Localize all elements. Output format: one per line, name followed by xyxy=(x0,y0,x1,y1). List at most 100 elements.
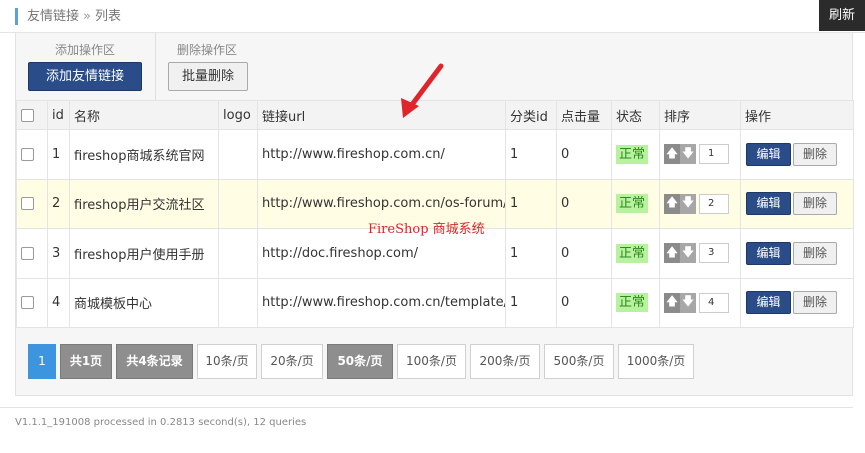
cell-id: 4 xyxy=(47,277,70,328)
page-size-option[interactable]: 200条/页 xyxy=(470,344,540,379)
row-checkbox[interactable] xyxy=(21,246,34,260)
select-all-checkbox[interactable] xyxy=(21,108,34,122)
cell-sort: 🡅 🡇 4 xyxy=(659,277,741,328)
arrow-up-icon[interactable]: 🡅 xyxy=(664,243,680,264)
delete-button[interactable]: 删除 xyxy=(793,142,837,166)
page-size-option[interactable]: 500条/页 xyxy=(544,344,614,379)
cell-logo xyxy=(218,178,258,229)
add-link-button[interactable]: 添加友情链接 xyxy=(28,62,142,91)
row-select-cell xyxy=(16,277,48,328)
sort-control: 🡅 🡇 4 xyxy=(664,292,729,313)
cell-status: 正常 xyxy=(611,277,660,328)
cell-name: fireshop用户使用手册 xyxy=(69,228,219,279)
cell-sort: 🡅 🡇 3 xyxy=(659,228,741,279)
column-header-actions: 操作 xyxy=(740,100,854,130)
arrow-down-icon[interactable]: 🡇 xyxy=(680,144,696,165)
sort-input[interactable]: 3 xyxy=(699,243,729,264)
refresh-button[interactable]: 刷新 xyxy=(819,0,865,31)
cell-name: 商城模板中心 xyxy=(69,277,219,328)
row-checkbox[interactable] xyxy=(21,197,34,211)
column-header-url[interactable]: 链接url xyxy=(257,100,506,130)
cell-id: 1 xyxy=(47,129,70,180)
delete-group-label: 删除操作区 xyxy=(177,43,238,57)
select-all-cell xyxy=(16,100,48,130)
cell-clicks: 0 xyxy=(556,228,612,279)
cell-id: 2 xyxy=(47,178,70,229)
sort-input[interactable]: 2 xyxy=(699,193,729,214)
column-header-logo[interactable]: logo xyxy=(218,100,258,130)
page-size-option[interactable]: 50条/页 xyxy=(327,344,393,379)
status-badge[interactable]: 正常 xyxy=(616,243,649,263)
arrow-down-icon[interactable]: 🡇 xyxy=(680,193,696,214)
page-header: 友情链接 » 列表 刷新 xyxy=(0,0,865,33)
cell-clicks: 0 xyxy=(556,277,612,328)
cell-clicks: 0 xyxy=(556,178,612,229)
cell-url: http://www.fireshop.com.cn/ xyxy=(257,129,506,180)
cell-status: 正常 xyxy=(611,129,660,180)
cell-id: 3 xyxy=(47,228,70,279)
delete-button[interactable]: 删除 xyxy=(793,192,837,216)
cell-sort: 🡅 🡇 2 xyxy=(659,178,741,229)
cell-actions: 编辑 删除 xyxy=(740,178,854,229)
total-records-label: 共4条记录 xyxy=(116,344,193,379)
column-header-clicks[interactable]: 点击量 xyxy=(556,100,612,130)
cell-actions: 编辑 删除 xyxy=(740,129,854,180)
status-badge[interactable]: 正常 xyxy=(616,194,649,214)
page-size-option[interactable]: 10条/页 xyxy=(197,344,257,379)
sort-input[interactable]: 4 xyxy=(699,292,729,313)
footer-info: V1.1.1_191008 processed in 0.2813 second… xyxy=(15,417,307,428)
page-size-option[interactable]: 20条/页 xyxy=(261,344,323,379)
column-header-name[interactable]: 名称 xyxy=(69,100,219,130)
cell-category: 1 xyxy=(505,277,557,328)
breadcrumb: 友情链接 » 列表 xyxy=(15,8,121,25)
table-row: 1 fireshop商城系统官网 http://www.fireshop.com.c… xyxy=(16,129,854,180)
edit-button[interactable]: 编辑 xyxy=(746,241,791,265)
page-size-option[interactable]: 100条/页 xyxy=(397,344,466,379)
sort-input[interactable]: 1 xyxy=(699,144,729,165)
annotation-arrow-icon xyxy=(401,63,444,118)
add-action-group: 添加操作区 添加友情链接 xyxy=(28,33,155,100)
arrow-down-icon[interactable]: 🡇 xyxy=(680,243,696,264)
edit-button[interactable]: 编辑 xyxy=(746,142,791,166)
column-header-status[interactable]: 状态 xyxy=(611,100,660,130)
cell-category: 1 xyxy=(505,228,557,279)
arrow-down-icon[interactable]: 🡇 xyxy=(680,292,696,313)
row-checkbox[interactable] xyxy=(21,296,34,310)
status-badge[interactable]: 正常 xyxy=(616,293,649,313)
arrow-up-icon[interactable]: 🡅 xyxy=(664,292,680,313)
cell-logo xyxy=(218,277,258,328)
edit-button[interactable]: 编辑 xyxy=(746,291,791,315)
cell-clicks: 0 xyxy=(556,129,612,180)
cell-category: 1 xyxy=(505,129,557,180)
page-size-option[interactable]: 1000条/页 xyxy=(618,344,694,379)
column-header-sort[interactable]: 排序 xyxy=(659,100,741,130)
batch-delete-button[interactable]: 批量删除 xyxy=(168,62,248,91)
row-select-cell xyxy=(16,228,48,279)
row-select-cell xyxy=(16,178,48,229)
delete-button[interactable]: 删除 xyxy=(793,291,837,315)
total-pages-label: 共1页 xyxy=(60,344,112,379)
sort-control: 🡅 🡇 3 xyxy=(664,243,729,264)
footer-divider xyxy=(0,407,853,408)
edit-button[interactable]: 编辑 xyxy=(746,192,791,216)
add-group-label: 添加操作区 xyxy=(55,43,116,57)
breadcrumb-separator: » xyxy=(83,9,91,24)
row-checkbox[interactable] xyxy=(21,147,34,161)
delete-button[interactable]: 删除 xyxy=(793,241,837,265)
table-row: 4 商城模板中心 http://www.fireshop.com.cn/templa… xyxy=(16,277,854,328)
column-header-id[interactable]: id xyxy=(47,100,70,130)
cell-actions: 编辑 删除 xyxy=(740,228,854,279)
page-button-current[interactable]: 1 xyxy=(28,344,56,379)
cell-category: 1 xyxy=(505,178,557,229)
cell-sort: 🡅 🡇 1 xyxy=(659,129,741,180)
arrow-up-icon[interactable]: 🡅 xyxy=(664,193,680,214)
status-badge[interactable]: 正常 xyxy=(616,144,649,164)
cell-logo xyxy=(218,228,258,279)
breadcrumb-current: 列表 xyxy=(94,9,121,24)
column-header-category[interactable]: 分类id xyxy=(505,100,557,130)
cell-name: fireshop商城系统官网 xyxy=(69,129,219,180)
cell-status: 正常 xyxy=(611,228,660,279)
breadcrumb-parent[interactable]: 友情链接 xyxy=(27,9,79,24)
cell-status: 正常 xyxy=(611,178,660,229)
arrow-up-icon[interactable]: 🡅 xyxy=(664,144,680,165)
